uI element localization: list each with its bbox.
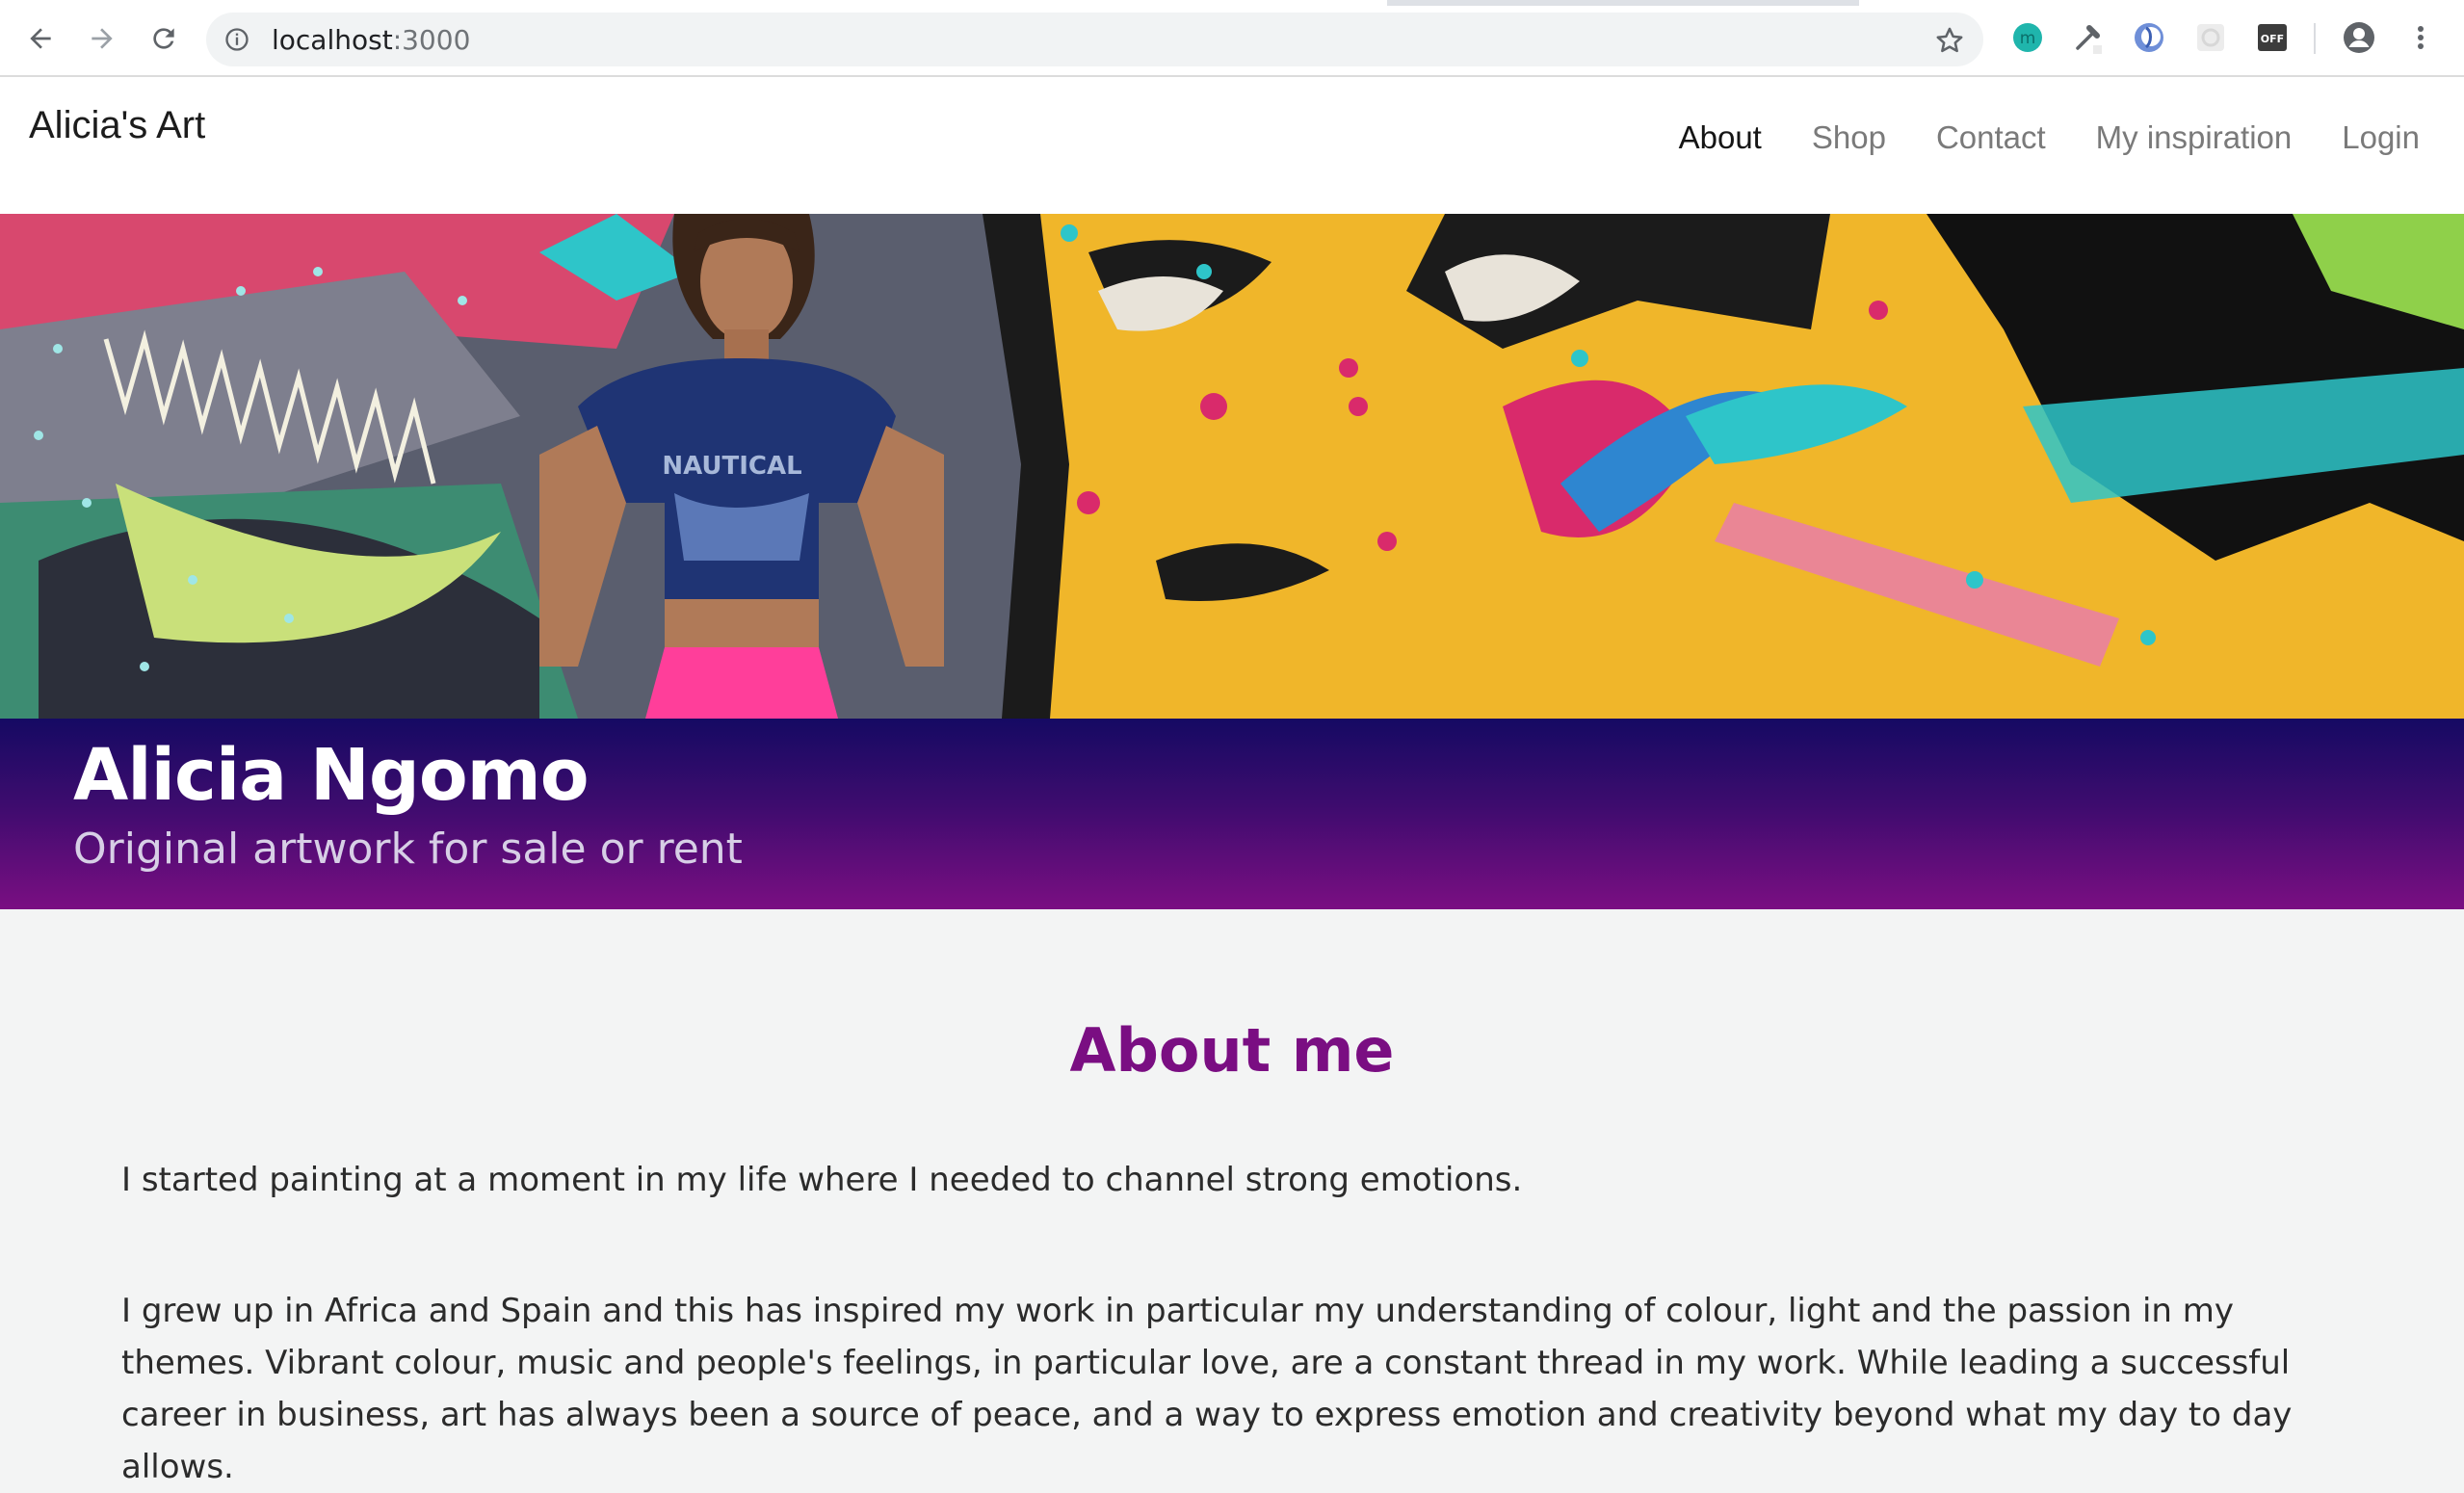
hero-banner: Alicia Ngomo Original artwork for sale o… bbox=[0, 719, 2464, 909]
eyedropper-icon[interactable] bbox=[2069, 19, 2106, 56]
nav-link-login[interactable]: Login bbox=[2342, 119, 2420, 156]
about-heading: About me bbox=[1069, 1015, 1395, 1086]
about-paragraph: I grew up in Africa and Spain and this h… bbox=[121, 1292, 2293, 1486]
info-icon[interactable] bbox=[223, 26, 250, 53]
extension-m-icon[interactable]: m bbox=[2009, 19, 2046, 56]
nav-link-about[interactable]: About bbox=[1679, 119, 1762, 156]
extension-off-icon[interactable]: OFF bbox=[2254, 19, 2291, 56]
browser-toolbar: localhost:3000 m OFF bbox=[0, 0, 2464, 77]
nav-links: About Shop Contact My inspiration Login bbox=[1679, 119, 2420, 156]
back-arrow-icon[interactable] bbox=[15, 13, 66, 64]
about-paragraph: I started painting at a moment in my lif… bbox=[121, 1161, 1523, 1199]
artist-name: Alicia Ngomo bbox=[73, 734, 590, 817]
brand-logo-link[interactable]: Alicia's Art bbox=[29, 104, 205, 147]
tab-strip bbox=[0, 0, 2464, 6]
shirt-print-text: NAUTICAL bbox=[662, 452, 801, 481]
url-text: localhost:3000 bbox=[272, 24, 471, 56]
more-vert-icon[interactable] bbox=[2402, 19, 2439, 56]
nav-link-my-inspiration[interactable]: My inspiration bbox=[2096, 119, 2293, 156]
profile-icon[interactable] bbox=[2341, 19, 2377, 56]
nav-link-contact[interactable]: Contact bbox=[1936, 119, 2046, 156]
reload-icon[interactable] bbox=[139, 13, 189, 64]
nav-link-shop[interactable]: Shop bbox=[1812, 119, 1886, 156]
address-bar[interactable]: localhost:3000 bbox=[206, 13, 1983, 66]
bookmark-star-icon[interactable] bbox=[1933, 24, 1966, 57]
svg-text:OFF: OFF bbox=[2261, 33, 2284, 45]
forward-arrow-icon[interactable] bbox=[77, 13, 127, 64]
artist-tagline: Original artwork for sale or rent bbox=[73, 825, 743, 874]
toolbar-divider bbox=[2314, 23, 2316, 54]
extension-blue-icon[interactable] bbox=[2131, 19, 2167, 56]
site-navbar: Alicia's Art About Shop Contact My inspi… bbox=[0, 77, 2464, 214]
hero-image: NAUTICAL bbox=[0, 214, 2464, 719]
svg-text:m: m bbox=[2020, 29, 2036, 48]
extension-grey-icon[interactable] bbox=[2192, 19, 2229, 56]
about-section: About me I started painting at a moment … bbox=[0, 909, 2464, 1486]
